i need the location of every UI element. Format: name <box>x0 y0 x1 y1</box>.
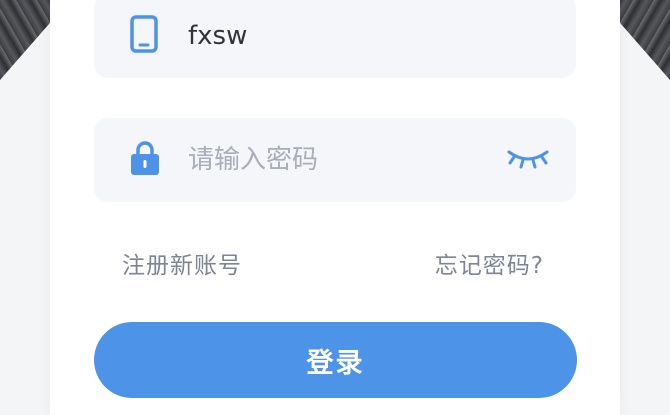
password-field[interactable] <box>94 118 576 202</box>
register-link[interactable]: 注册新账号 <box>122 246 242 280</box>
login-card: 注册新账号 忘记密码? 登录 <box>50 0 620 415</box>
phone-icon <box>130 15 158 57</box>
login-button[interactable]: 登录 <box>94 322 577 398</box>
password-input[interactable] <box>188 145 488 175</box>
forgot-password-link[interactable]: 忘记密码? <box>435 246 544 280</box>
phone-input[interactable] <box>188 21 488 51</box>
lock-icon <box>130 140 160 180</box>
phone-field[interactable] <box>94 0 576 78</box>
eye-closed-icon[interactable] <box>506 146 550 174</box>
